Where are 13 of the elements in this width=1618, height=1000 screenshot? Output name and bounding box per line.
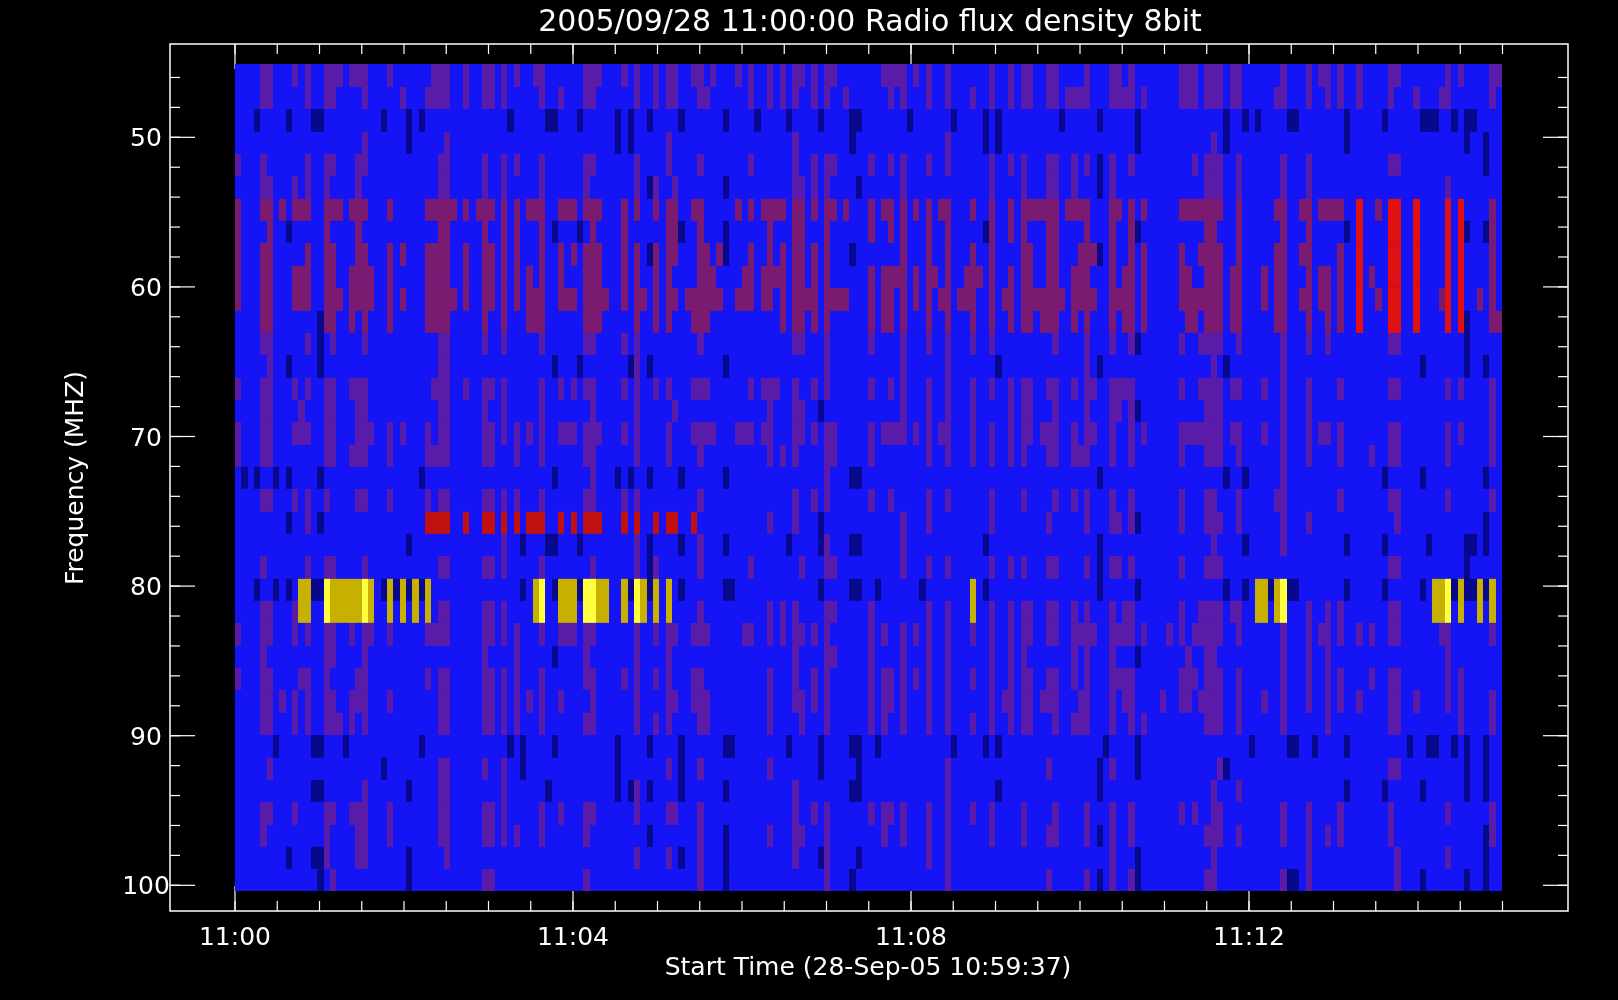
x-axis-label: Start Time (28-Sep-05 10:59:37) [664, 952, 1072, 981]
y-tick-label: 90 [130, 721, 162, 751]
x-tick-label: 11:00 [199, 922, 271, 951]
plot-title: 2005/09/28 11:00:00 Radio flux density 8bit [538, 3, 1202, 38]
y-tick-label: 60 [130, 272, 162, 302]
x-tick-label: 11:12 [1213, 922, 1285, 951]
y-tick-label: 70 [130, 422, 162, 452]
x-tick-label: 11:08 [875, 922, 947, 951]
y-axis-label: Frequency (MHZ) [60, 370, 89, 586]
x-tick-label: 11:04 [537, 922, 609, 951]
y-tick-label: 50 [130, 123, 162, 153]
y-tick-label: 100 [122, 871, 170, 901]
y-tick-label: 80 [130, 572, 162, 602]
